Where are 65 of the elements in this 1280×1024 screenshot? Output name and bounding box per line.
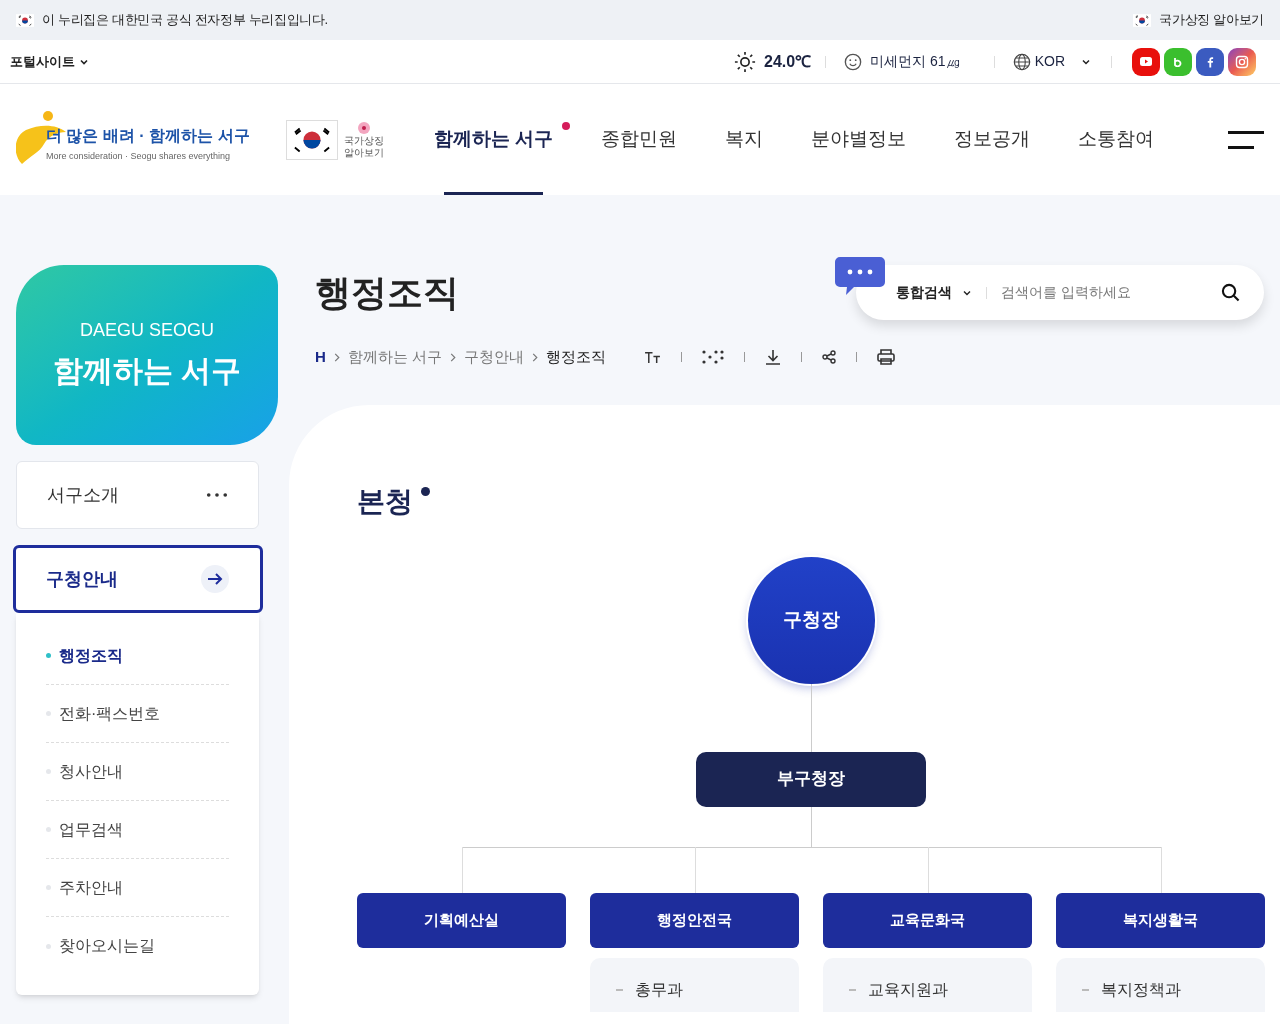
side-menu-item[interactable]: 구청안내: [13, 545, 263, 613]
submenu-item[interactable]: 주차안내: [46, 859, 229, 917]
more-icon: [206, 492, 228, 498]
national-symbol-link[interactable]: 국가상징 알아보기: [1159, 10, 1264, 30]
video-icon[interactable]: [1132, 47, 1160, 76]
home-link[interactable]: H: [315, 346, 326, 369]
chevron-right-icon: [532, 352, 538, 362]
org-department-node: 기획예산실: [357, 892, 566, 948]
breadcrumb-link[interactable]: 구청안내: [464, 346, 524, 369]
smiley-icon: [844, 52, 863, 71]
nav-tab[interactable]: 정보공개: [930, 84, 1055, 195]
language-dropdown[interactable]: KOR: [1012, 51, 1091, 72]
side-card-eyebrow: DAEGU SEOGU: [80, 319, 214, 342]
sun-icon: [734, 50, 757, 73]
facebook-icon[interactable]: [1196, 47, 1224, 76]
org-department-node: 교육문화국: [823, 892, 1032, 948]
arrow-right-icon: [200, 564, 230, 594]
nav-tab[interactable]: 소통참여: [1054, 84, 1179, 195]
dots-icon[interactable]: [702, 349, 724, 366]
temperature: 24.0℃: [764, 51, 812, 72]
submenu-item[interactable]: 전화·팩스번호: [46, 685, 229, 743]
national-symbol-link[interactable]: 국가상징 알아보기: [342, 134, 386, 159]
nav-tab[interactable]: 복지: [701, 84, 788, 195]
org-unit: 교육지원과: [868, 979, 948, 1000]
logo-subtitle: More consideration · Seogu shares everything: [46, 149, 231, 163]
org-unit: 복지정책과: [1101, 979, 1181, 1000]
download-icon[interactable]: [765, 349, 781, 366]
portal-dropdown[interactable]: 포털사이트: [10, 51, 89, 72]
text-size-icon[interactable]: [644, 350, 661, 364]
search-scope-dropdown[interactable]: 통합검색: [896, 282, 972, 303]
page-title: 행정조직: [315, 270, 459, 315]
submenu-item[interactable]: 업무검색: [46, 801, 229, 859]
gov-notice: 이 누리집은 대한민국 공식 전자정부 누리집입니다.: [42, 11, 328, 30]
breadcrumb-link[interactable]: 함께하는 서구: [347, 346, 442, 369]
nav-tab[interactable]: 종합민원: [577, 84, 702, 195]
section-title: 본청: [357, 484, 413, 519]
nav-tab[interactable]: 함께하는 서구: [410, 84, 578, 195]
submenu-item[interactable]: 찾아오시는길: [46, 917, 229, 975]
submenu-item[interactable]: 행정조직: [46, 627, 229, 685]
globe-icon: [1012, 52, 1031, 71]
share-icon[interactable]: [822, 350, 836, 365]
dot-indicator: [562, 122, 571, 130]
chevron-right-icon: [333, 352, 340, 362]
camera-icon[interactable]: [1228, 47, 1256, 76]
org-department-node: 복지생활국: [1056, 892, 1265, 948]
flag-icon: [286, 119, 338, 160]
chevron-right-icon: [450, 352, 456, 362]
menu-icon[interactable]: [1228, 130, 1264, 149]
print-icon[interactable]: [877, 349, 895, 366]
org-unit: 총무과: [635, 979, 683, 1000]
submenu-item[interactable]: 청사안내: [46, 743, 229, 801]
search-input[interactable]: 검색어를 입력하세요: [1001, 282, 1221, 303]
side-menu-item[interactable]: 서구소개: [16, 461, 259, 529]
flag-icon: [1133, 13, 1152, 27]
org-department-node: 행정안전국: [590, 892, 799, 948]
side-card-title: 함께하는 서구: [52, 353, 242, 389]
flag-icon: [16, 13, 34, 27]
nav-tab[interactable]: 분야별정보: [787, 84, 931, 195]
breadcrumb-link[interactable]: 행정조직: [546, 346, 606, 369]
fine-dust-reading: 미세먼지 61㎍: [870, 52, 960, 71]
flower-icon: [357, 120, 371, 135]
org-head-node: 구청장: [747, 556, 875, 684]
search-icon[interactable]: [1221, 283, 1240, 302]
dot-indicator: [421, 486, 430, 496]
org-deputy-node: 부구청장: [696, 751, 926, 807]
